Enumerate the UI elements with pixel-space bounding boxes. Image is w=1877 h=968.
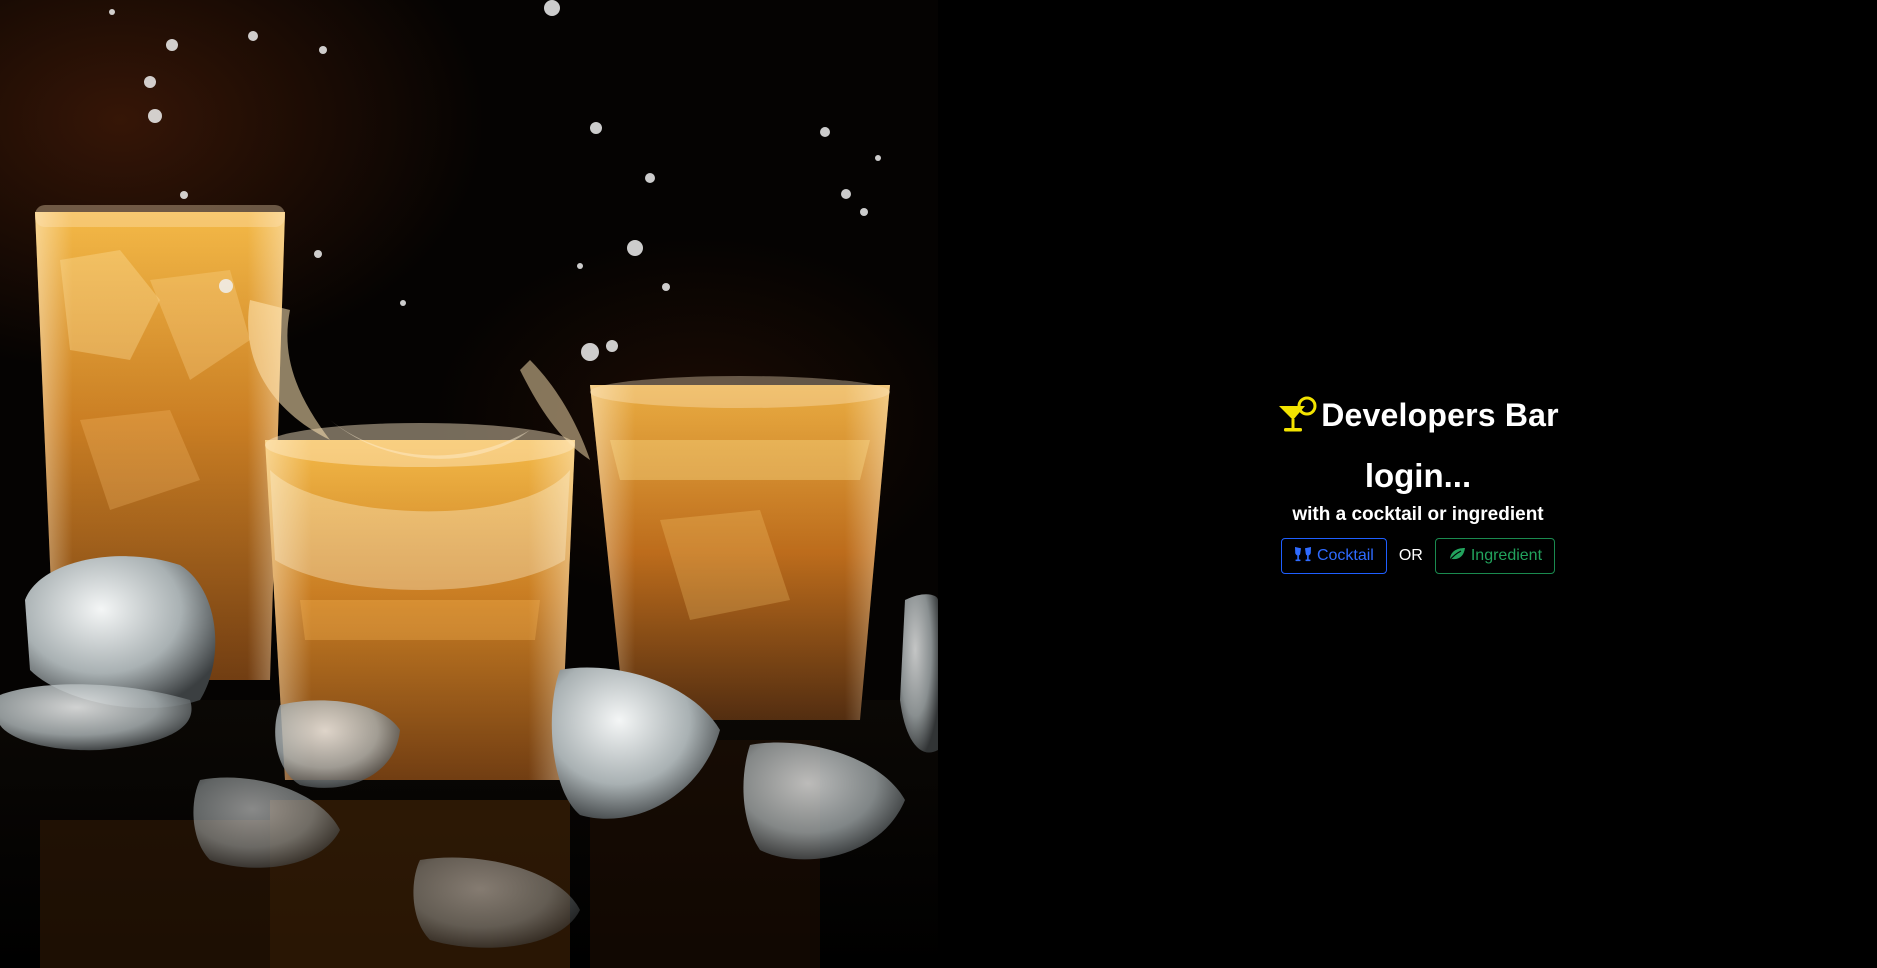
leaf-icon [1448,546,1466,567]
hero-illustration [0,0,938,968]
cocktail-glass-icon [1277,396,1319,434]
login-heading: login... [1364,457,1472,494]
login-panel: Developers Bar login... with a cocktail … [938,0,1877,968]
hero-image [0,0,938,968]
login-subheading: with a cocktail or ingredient [1292,504,1544,525]
or-separator: OR [1398,547,1423,564]
login-box: Developers Bar login... with a cocktail … [1273,393,1563,574]
ingredient-login-button[interactable]: Ingredient [1434,538,1556,574]
brand-title: Developers Bar [1321,396,1559,433]
login-page: Developers Bar login... with a cocktail … [0,0,1877,968]
ingredient-button-label: Ingredient [1470,547,1543,564]
brand: Developers Bar [1277,393,1559,437]
cocktail-button-label: Cocktail [1316,547,1374,564]
cocktail-login-button[interactable]: Cocktail [1280,538,1387,574]
login-options: Cocktail OR Ingredient [1280,538,1556,574]
glasses-cheers-icon [1294,546,1312,567]
